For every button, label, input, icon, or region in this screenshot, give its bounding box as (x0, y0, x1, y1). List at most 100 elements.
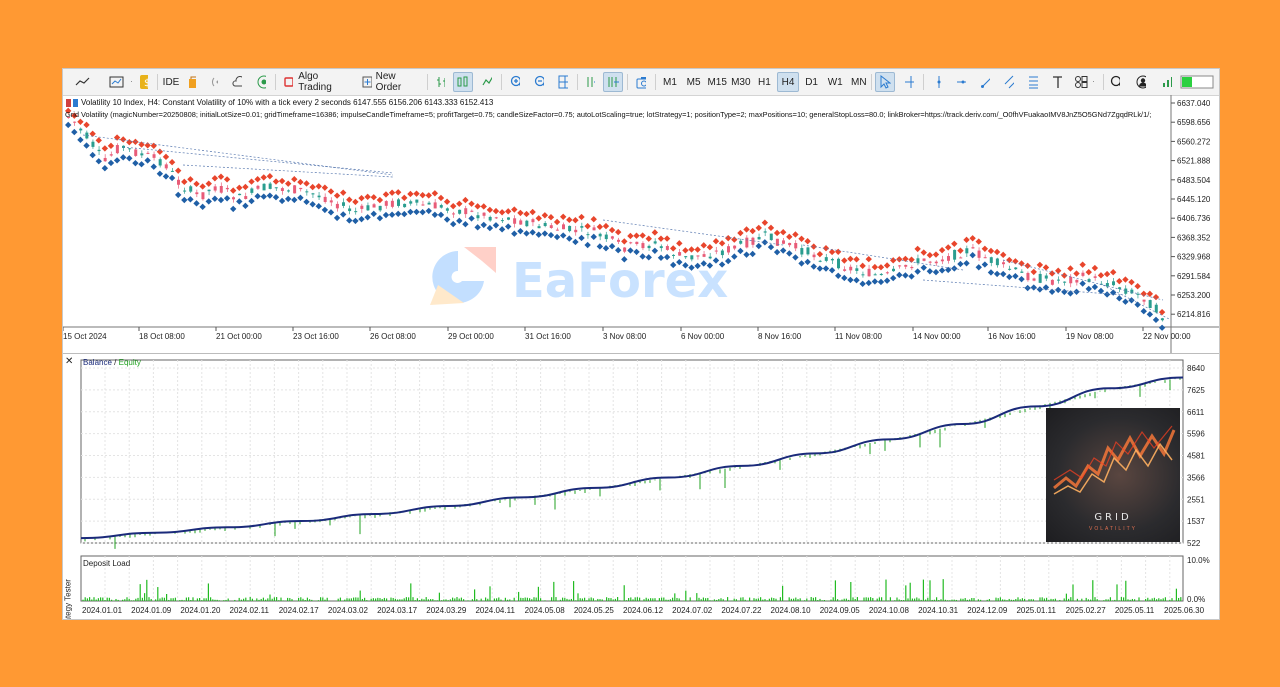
sell-marker (413, 190, 420, 197)
horizontal-line-button[interactable] (951, 72, 971, 92)
timeframe-h1[interactable]: H1 (753, 72, 775, 92)
zoom-in-button[interactable] (505, 72, 525, 92)
shapes-dropdown[interactable] (1069, 72, 1099, 92)
cursor-button[interactable] (875, 72, 895, 92)
fibonacci-button[interactable] (1023, 72, 1043, 92)
screenshot-button[interactable] (631, 72, 651, 92)
profile-button[interactable] (1131, 72, 1151, 92)
timeframe-d1[interactable]: D1 (801, 72, 823, 92)
timeframe-m15[interactable]: M15 (706, 72, 728, 92)
buy-marker (83, 142, 90, 149)
candle-body (152, 154, 156, 158)
bar-chart-button[interactable] (430, 72, 450, 92)
timeframe-m30[interactable]: M30 (730, 72, 752, 92)
candle-body (409, 201, 413, 204)
sell-marker (83, 121, 90, 129)
candle-body (727, 246, 730, 253)
algo-trading-button[interactable]: Algo Trading (279, 71, 355, 93)
stop-square-icon (284, 77, 294, 87)
ide-label: IDE (162, 76, 180, 88)
buy-marker (938, 267, 946, 274)
vps-button[interactable] (227, 72, 247, 92)
sell-marker (303, 180, 310, 187)
new-order-label: New Order (375, 71, 402, 93)
buy-marker (333, 214, 341, 222)
crosshair-button[interactable] (899, 72, 919, 92)
strategy-tester-side-tab[interactable]: ategy Tester (64, 563, 73, 619)
crosshair-icon (905, 76, 914, 88)
autoscroll-button[interactable] (580, 72, 600, 92)
trendline-button[interactable] (975, 72, 995, 92)
dollar-button[interactable]: $ (135, 72, 153, 92)
candle-body (959, 257, 963, 259)
buy-marker (193, 200, 200, 207)
zoom-out-button[interactable] (529, 72, 549, 92)
candle-body (800, 248, 804, 255)
line-chart-button[interactable] (477, 72, 497, 92)
candle-body (311, 193, 315, 195)
line-chart-dropdown[interactable] (69, 72, 101, 92)
sell-marker (1152, 293, 1160, 301)
text-button[interactable] (1047, 72, 1067, 92)
templates-dropdown[interactable] (103, 72, 137, 92)
sell-marker (712, 238, 720, 245)
sell-marker (1116, 277, 1123, 285)
ide-button[interactable]: IDE (160, 72, 182, 92)
candle-body (1142, 299, 1146, 302)
price-chart[interactable]: 6637.040 6598.656 6560.272 6521.888 6483.504… (63, 95, 1219, 353)
sell-marker (920, 249, 927, 256)
buy-marker (676, 258, 683, 266)
price-chart-canvas[interactable]: 6637.040 6598.656 6560.272 6521.888 6483.504… (63, 95, 1219, 353)
signal-strength-button[interactable] (1157, 72, 1177, 92)
candle-body (390, 200, 394, 207)
sell-marker (1122, 276, 1129, 283)
buy-marker (230, 205, 237, 213)
sell-marker (492, 207, 500, 215)
sell-marker (670, 245, 677, 252)
buy-marker (535, 231, 542, 238)
channel-button[interactable] (999, 72, 1019, 92)
candle-body (837, 258, 840, 269)
candle-body (916, 258, 920, 264)
account-button[interactable] (251, 72, 271, 92)
price-axis-label: 6406.736 (1177, 214, 1211, 223)
sell-marker (340, 189, 347, 196)
globe-user-icon (257, 75, 266, 89)
buy-marker (126, 155, 133, 162)
chart-shift-button[interactable] (603, 72, 623, 92)
market-button[interactable] (183, 72, 201, 92)
candle-body (189, 186, 193, 192)
candle-body (922, 258, 926, 261)
timeframe-m5[interactable]: M5 (683, 72, 705, 92)
new-order-button[interactable]: New Order (357, 71, 423, 93)
timeframe-w1[interactable]: W1 (824, 72, 846, 92)
buy-marker (712, 257, 720, 264)
cursor-icon (880, 75, 891, 89)
candle-body (849, 266, 853, 271)
timeframe-mn[interactable]: MN (848, 72, 870, 92)
candle-body (782, 240, 785, 244)
close-tester-icon[interactable]: ✕ (65, 356, 73, 367)
signals-button[interactable] (205, 72, 223, 92)
buy-marker (547, 231, 555, 239)
candlestick-button[interactable] (453, 72, 473, 92)
sell-marker (969, 235, 976, 242)
sell-marker (168, 159, 176, 166)
timeframe-m1[interactable]: M1 (659, 72, 681, 92)
buy-marker (248, 197, 255, 205)
timeframe-h4[interactable]: H4 (777, 72, 799, 92)
chart-menu-icon[interactable] (65, 98, 79, 108)
tile-windows-button[interactable] (553, 72, 573, 92)
buy-marker (780, 247, 787, 254)
vertical-line-button[interactable] (927, 72, 947, 92)
candle-body (812, 254, 816, 258)
balance-axis-label: 4581 (1187, 452, 1205, 461)
sell-marker (932, 251, 940, 258)
sell-marker (749, 227, 756, 235)
candle-body (140, 153, 144, 156)
buy-marker (957, 260, 964, 268)
price-axis-label: 6329.968 (1177, 253, 1211, 262)
candle-body (158, 159, 162, 166)
search-button[interactable] (1105, 72, 1125, 92)
buy-marker (890, 274, 897, 282)
